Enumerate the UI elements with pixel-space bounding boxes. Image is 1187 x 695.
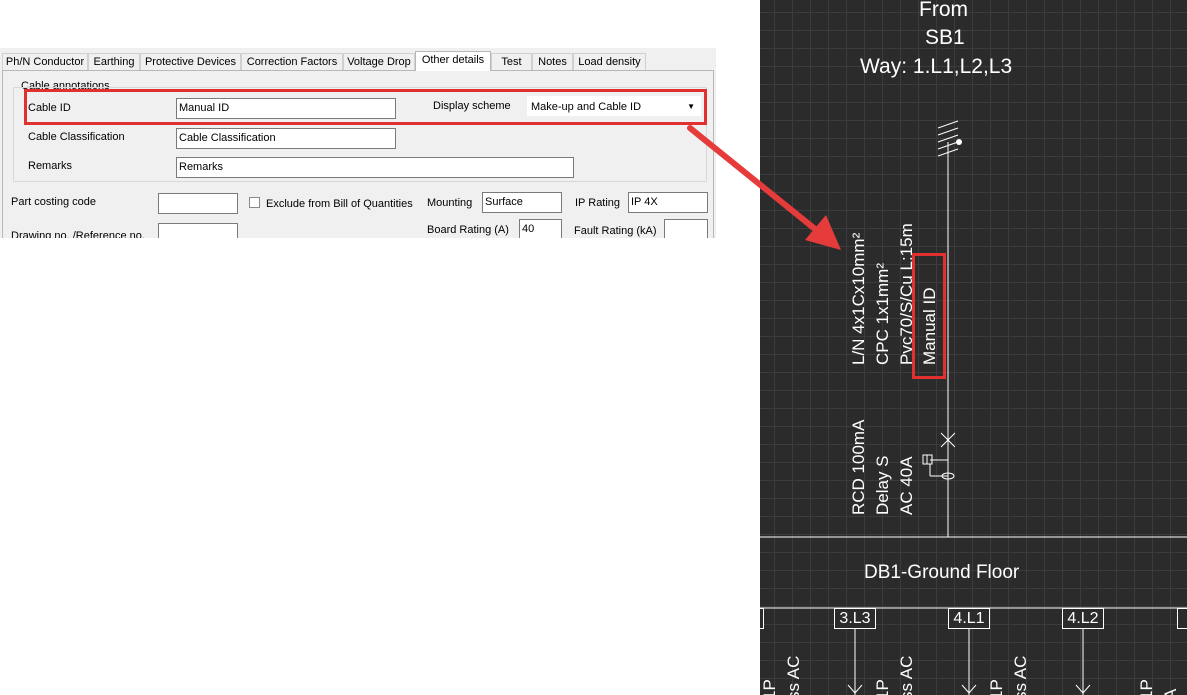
schematic-lines [760, 120, 1187, 695]
way-box-4-l2: 4.L2 [1062, 608, 1104, 629]
tab-correction-factors[interactable]: Correction Factors [241, 53, 343, 70]
tab-other-details[interactable]: Other details [415, 51, 491, 71]
tab-notes[interactable]: Notes [532, 53, 573, 70]
schematic-canvas: From SB1 Way: 1.L1,L2,L3 L/N 4x1Cx10mm² … [760, 0, 1187, 695]
tab-protective-devices[interactable]: Protective Devices [140, 53, 241, 70]
cable-properties-dialog: Ph/N Conductor Earthing Protective Devic… [0, 48, 716, 238]
tab-voltage-drop[interactable]: Voltage Drop [343, 53, 415, 70]
display-scheme-value: Make-up and Cable ID [531, 101, 642, 113]
way-box-2 [760, 608, 764, 629]
circuit-5-text-b: A [1161, 688, 1180, 695]
way-box-4-l1: 4.L1 [948, 608, 990, 629]
other-details-panel: Cable annotations Cable ID Manual ID Dis… [2, 70, 714, 238]
exclude-boq-label: Exclude from Bill of Quantities [266, 198, 413, 210]
cable-makeup-line-2: CPC 1x1mm² [873, 262, 892, 365]
exclude-boq-checkbox[interactable] [249, 197, 260, 208]
circuit-2-text-a: 1P [760, 679, 779, 695]
way-box-5 [1177, 608, 1187, 629]
tab-load-density[interactable]: Load density [573, 53, 646, 70]
isolator-contact [956, 139, 962, 145]
part-costing-code-label: Part costing code [11, 196, 96, 208]
way-box-3: 3.L3 [834, 608, 876, 629]
ip-rating-label: IP Rating [575, 197, 621, 209]
remarks-label: Remarks [28, 160, 73, 172]
fault-rating-input[interactable] [664, 219, 708, 238]
drawing-no-label: Drawing no. /Reference no. [11, 230, 145, 238]
cable-makeup-line-3: Pvc70/S/Cu L:15m [897, 223, 916, 365]
rcd-breaker-symbol [922, 432, 956, 480]
mounting-label: Mounting [427, 197, 473, 209]
circuit-4-text-a: 1P [987, 679, 1006, 695]
circuit-5-text-a: 1P [1137, 679, 1156, 695]
circuit-2-text-b: ss AC [784, 655, 803, 695]
cable-id-input[interactable]: Manual ID [176, 98, 396, 119]
cable-id-annotation: Manual ID [920, 287, 939, 365]
rcd-line-3: AC 40A [897, 456, 916, 515]
part-costing-code-input[interactable] [158, 193, 238, 214]
ip-rating-input[interactable]: IP 4X [628, 192, 708, 213]
circuit-3-text-b: ss AC [897, 655, 916, 695]
display-scheme-label: Display scheme [433, 100, 511, 112]
cable-makeup-line-1: L/N 4x1Cx10mm² [849, 232, 868, 365]
tab-earthing[interactable]: Earthing [88, 53, 140, 70]
drawing-no-input[interactable] [158, 223, 238, 238]
board-rating-label: Board Rating (A) [427, 224, 509, 236]
remarks-input[interactable]: Remarks [176, 157, 574, 178]
chevron-down-icon: ▼ [687, 102, 695, 111]
circuit-3-text-a: 1P [873, 679, 892, 695]
rcd-line-2: Delay S [873, 455, 892, 515]
board-rating-input[interactable]: 40 [519, 219, 562, 238]
cable-id-label: Cable ID [28, 102, 71, 114]
circuit-4-text-b: ss AC [1011, 655, 1030, 695]
tab-ph-n-conductor[interactable]: Ph/N Conductor [2, 53, 88, 70]
rcd-line-1: RCD 100mA [849, 419, 868, 515]
board-title: DB1-Ground Floor [864, 562, 1020, 583]
display-scheme-select[interactable]: Make-up and Cable ID ▼ [527, 96, 701, 116]
tab-test[interactable]: Test [491, 53, 532, 70]
tab-strip: Ph/N Conductor Earthing Protective Devic… [0, 51, 716, 71]
cable-classification-label: Cable Classification [28, 131, 125, 143]
cable-classification-input[interactable]: Cable Classification [176, 128, 396, 149]
mounting-input[interactable]: Surface [482, 192, 562, 213]
fault-rating-label: Fault Rating (kA) [574, 225, 657, 237]
